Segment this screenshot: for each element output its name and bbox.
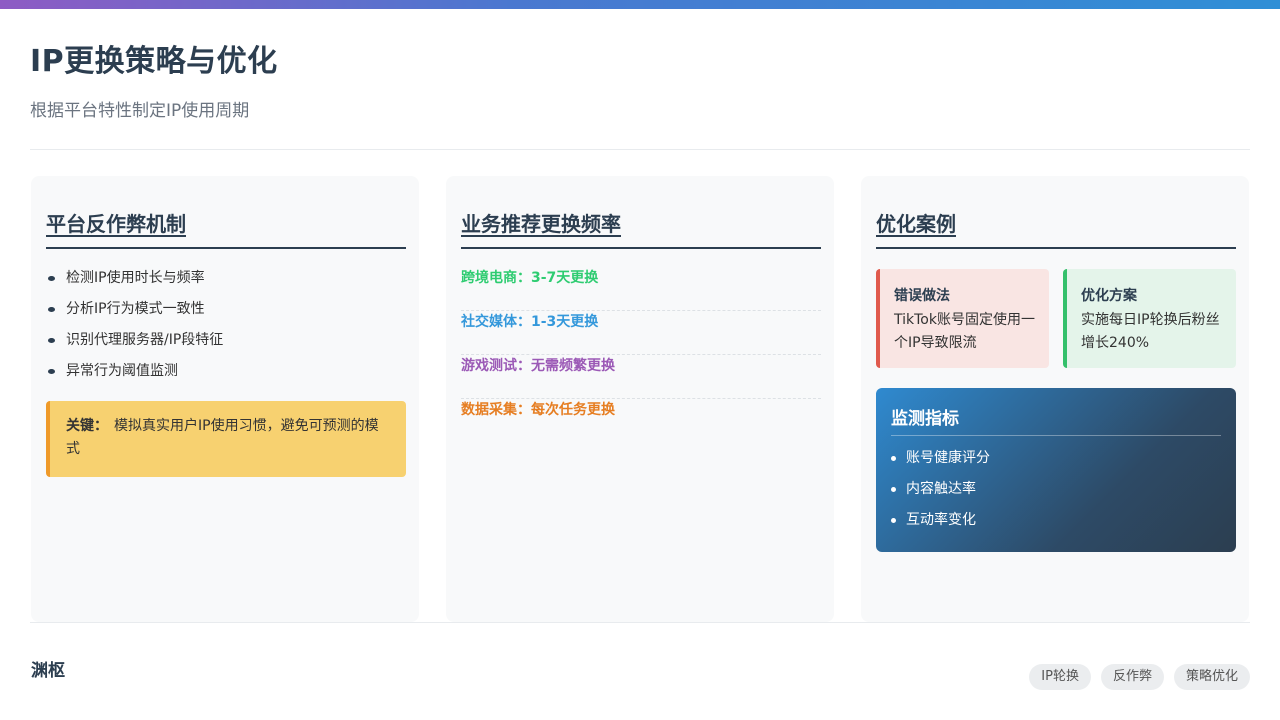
page-subtitle: 根据平台特性制定IP使用周期 [30,101,250,121]
monitoring-metrics-list: 账号健康评分 内容触达率 互动率变化 [891,447,1221,540]
list-item-text: 异常行为阈值监测 [66,363,178,379]
optimized-solution-text: 实施每日IP轮换后粉丝增长240% [1081,312,1220,351]
cases-title: 优化案例 [876,208,1236,249]
monitoring-metrics-card: 监测指标 账号健康评分 内容触达率 互动率变化 [876,388,1236,552]
cases-panel: 优化案例 错误做法 TikTok账号固定使用一个IP导致限流 优化方案 实施每日… [861,176,1249,622]
tag-list: IP轮换 反作弊 策略优化 [1029,664,1250,690]
frequency-item-text: 社交媒体：1-3天更换 [461,314,599,330]
list-item-text: 检测IP使用时长与频率 [66,270,205,286]
brand-name: 渊枢 [31,661,65,681]
key-text: 模拟真实用户IP使用习惯，避免可预测的模式 [66,418,379,457]
bullet-icon [891,487,896,492]
bad-practice-card: 错误做法 TikTok账号固定使用一个IP导致限流 [876,269,1049,368]
optimized-solution-card: 优化方案 实施每日IP轮换后粉丝增长240% [1063,269,1236,368]
list-item: 内容触达率 [891,478,1221,509]
list-item-text: 分析IP行为模式一致性 [66,301,205,317]
page-header: IP更换策略与优化 根据平台特性制定IP使用周期 [30,36,1250,121]
list-item: 账号健康评分 [891,447,1221,478]
key-label: 关键： [66,418,108,434]
frequency-title: 业务推荐更换频率 [461,208,821,249]
monitoring-metrics-title: 监测指标 [891,404,1221,436]
list-item-text: 账号健康评分 [906,450,990,466]
optimized-solution-title: 优化方案 [1081,288,1137,304]
tag-strategy-optimization[interactable]: 策略优化 [1173,664,1250,690]
anti-fraud-panel: 平台反作弊机制 检测IP使用时长与频率 分析IP行为模式一致性 识别代理服务器/… [31,176,419,622]
bullet-icon [48,369,55,374]
frequency-item: 社交媒体：1-3天更换 [461,311,821,355]
bullet-icon [48,338,55,343]
bad-practice-text: TikTok账号固定使用一个IP导致限流 [894,312,1035,351]
bullet-icon [891,518,896,523]
list-item-text: 互动率变化 [906,512,976,528]
list-item: 互动率变化 [891,509,1221,540]
frequency-item-text: 游戏测试：无需频繁更换 [461,358,615,374]
frequency-item: 数据采集：每次任务更换 [461,399,821,443]
tag-ip-rotation[interactable]: IP轮换 [1029,664,1091,690]
frequency-list: 跨境电商：3-7天更换 社交媒体：1-3天更换 游戏测试：无需频繁更换 数据采集… [461,267,821,443]
list-item: 检测IP使用时长与频率 [46,267,404,298]
frequency-item: 游戏测试：无需频繁更换 [461,355,821,399]
anti-fraud-title: 平台反作弊机制 [46,208,406,249]
frequency-item-text: 数据采集：每次任务更换 [461,402,615,418]
bullet-icon [891,456,896,461]
page-title: IP更换策略与优化 [30,44,278,79]
top-accent-bar [0,0,1280,9]
list-item: 异常行为阈值监测 [46,360,404,391]
frequency-item-text: 跨境电商：3-7天更换 [461,270,599,286]
frequency-panel: 业务推荐更换频率 跨境电商：3-7天更换 社交媒体：1-3天更换 游戏测试：无需… [446,176,834,622]
case-comparison: 错误做法 TikTok账号固定使用一个IP导致限流 优化方案 实施每日IP轮换后… [876,269,1236,368]
anti-fraud-list: 检测IP使用时长与频率 分析IP行为模式一致性 识别代理服务器/IP段特征 异常… [46,267,404,391]
list-item-text: 内容触达率 [906,481,976,497]
list-item: 分析IP行为模式一致性 [46,298,404,329]
frequency-item: 跨境电商：3-7天更换 [461,267,821,311]
bullet-icon [48,276,55,281]
list-item: 识别代理服务器/IP段特征 [46,329,404,360]
tag-anti-fraud[interactable]: 反作弊 [1100,664,1164,690]
list-item-text: 识别代理服务器/IP段特征 [66,332,224,348]
header-divider [30,149,1250,150]
bullet-icon [48,307,55,312]
bad-practice-title: 错误做法 [894,288,950,304]
footer-divider [30,622,1250,623]
key-callout: 关键： 模拟真实用户IP使用习惯，避免可预测的模式 [46,401,406,477]
